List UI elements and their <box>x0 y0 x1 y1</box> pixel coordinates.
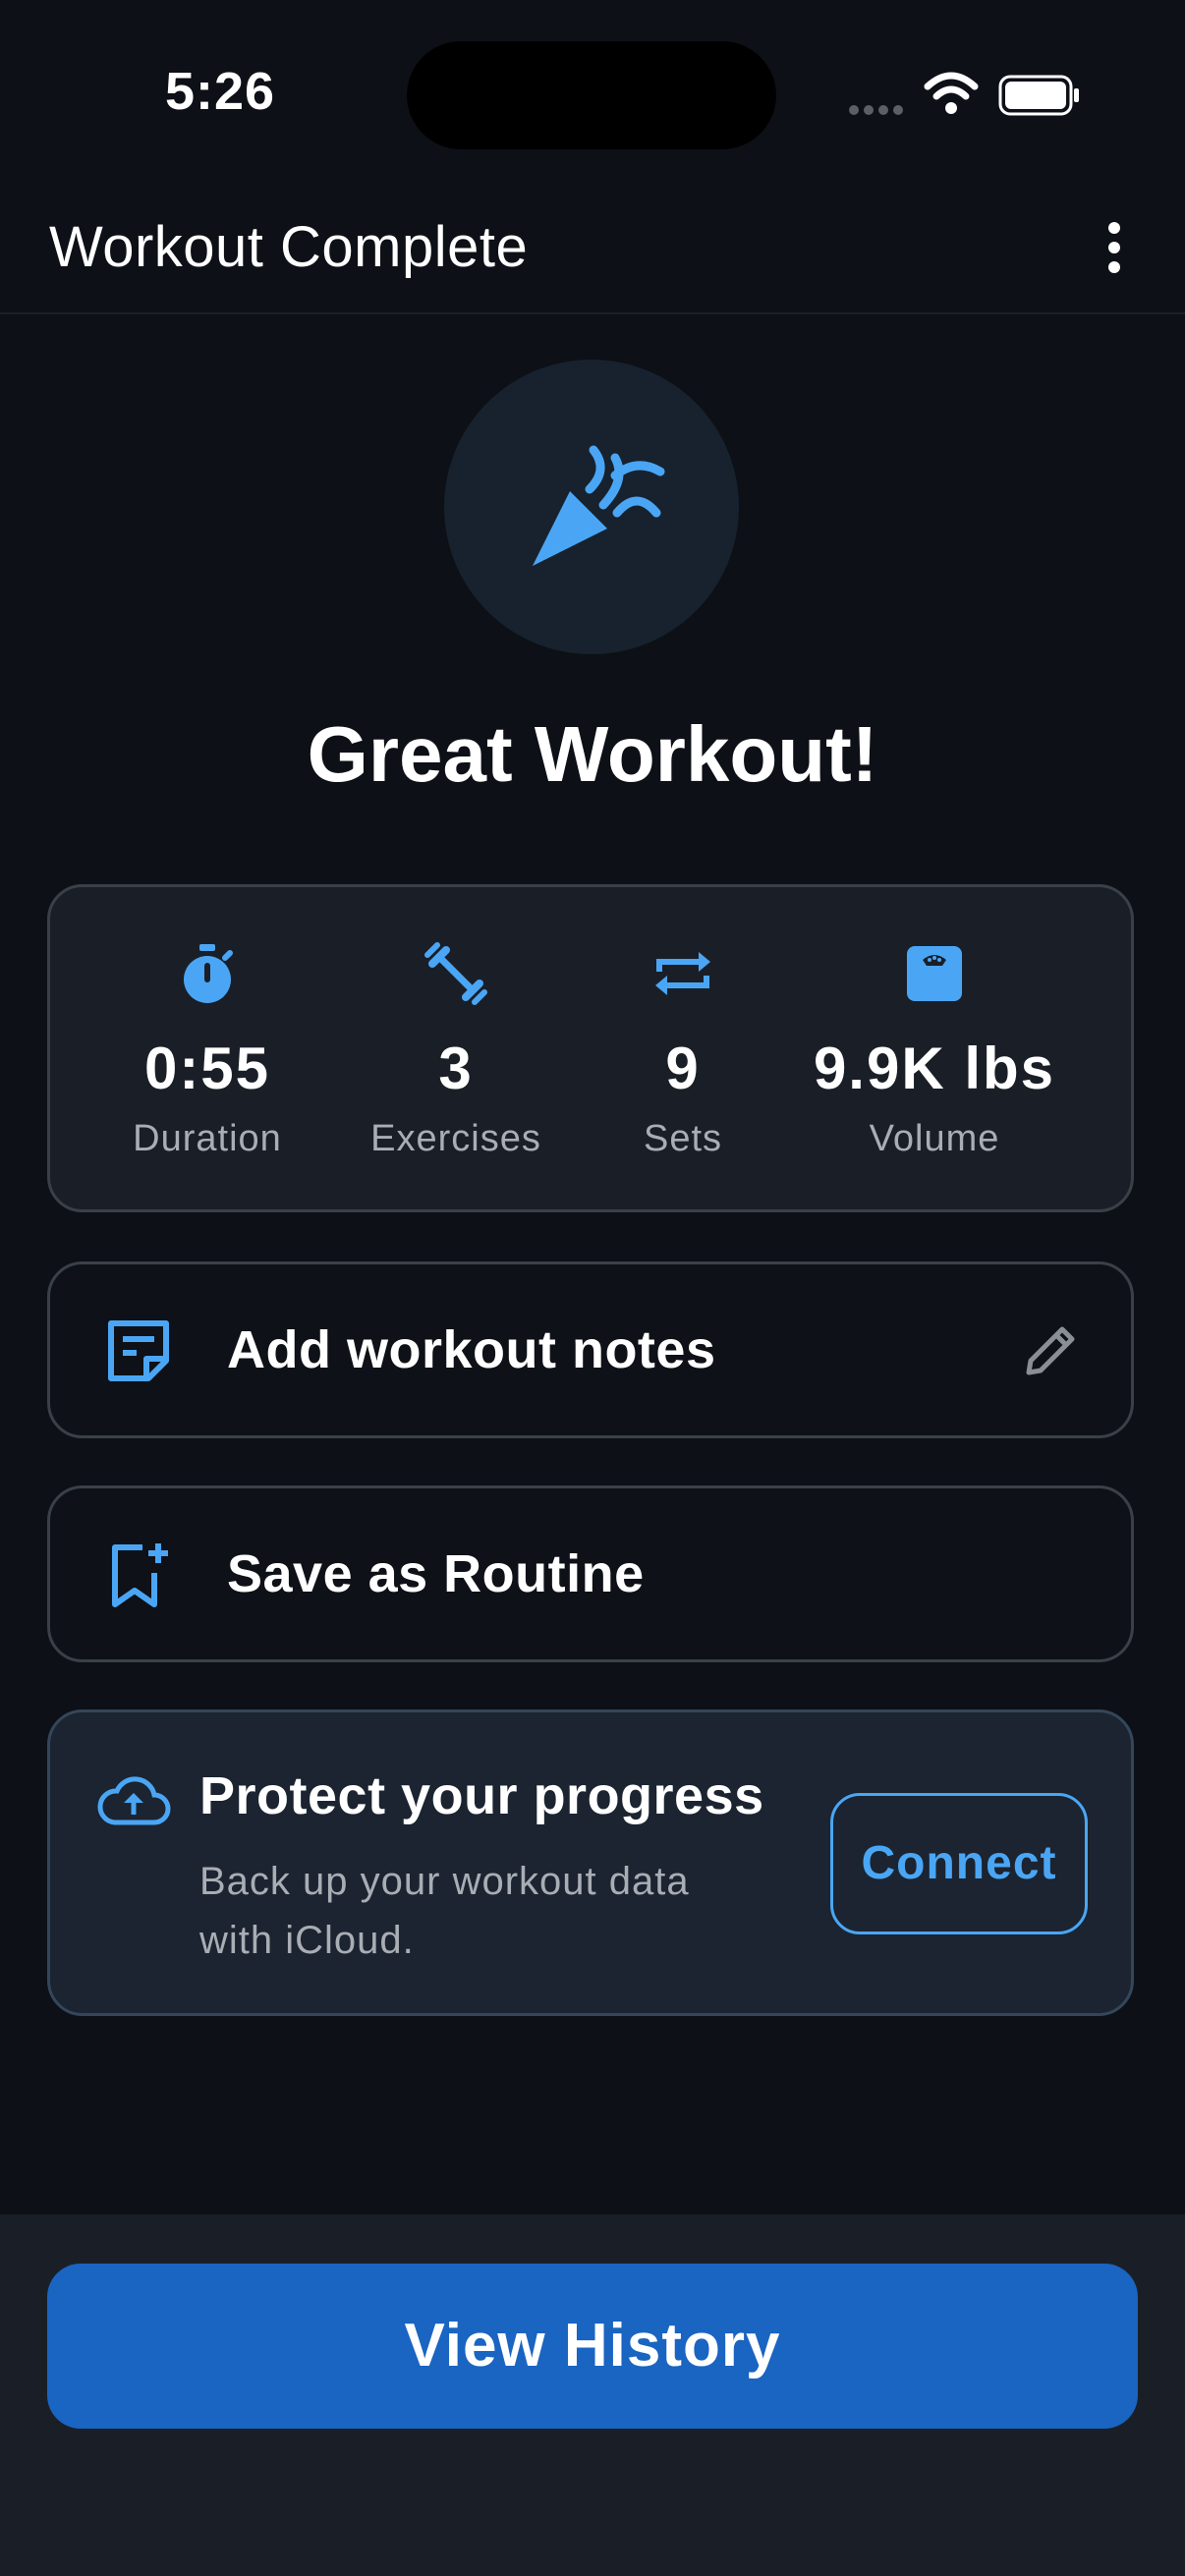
stats-card: 0:55 Duration 3 Exercises 9 Sets 9.9K lb… <box>47 884 1134 1212</box>
add-notes-button[interactable]: Add workout notes <box>47 1261 1134 1438</box>
backup-title: Protect your progress <box>199 1766 764 1825</box>
save-routine-label: Save as Routine <box>227 1544 645 1603</box>
dynamic-island <box>407 41 776 149</box>
stat-value: 0:55 <box>143 1036 271 1101</box>
stat-label: Sets <box>643 1118 723 1159</box>
page-title: Workout Complete <box>49 215 529 279</box>
more-options-icon[interactable] <box>1099 218 1130 277</box>
cellular-signal-icon <box>849 102 908 120</box>
hero-title: Great Workout! <box>307 710 878 798</box>
stat-value: 3 <box>438 1036 474 1101</box>
repeat-icon <box>655 952 710 995</box>
stopwatch-icon <box>184 944 233 1003</box>
stat-label: Exercises <box>370 1118 541 1159</box>
stat-sets: 9 Sets <box>624 942 742 1160</box>
add-notes-label: Add workout notes <box>227 1320 716 1379</box>
stat-duration: 0:55 Duration <box>109 942 306 1160</box>
save-routine-button[interactable]: Save as Routine <box>47 1485 1134 1662</box>
wifi-icon <box>924 72 979 114</box>
stat-volume: 9.9K lbs Volume <box>797 942 1072 1160</box>
stat-value: 9 <box>665 1036 701 1101</box>
view-history-button[interactable]: View History <box>47 2264 1138 2429</box>
battery-icon <box>998 75 1079 116</box>
party-popper-icon <box>533 445 665 566</box>
cloud-upload-icon <box>97 1776 171 1825</box>
pencil-icon <box>1026 1326 1075 1375</box>
bookmark-add-icon <box>112 1543 168 1607</box>
weight-scale-icon <box>907 946 962 1001</box>
note-icon <box>108 1320 169 1381</box>
connect-button[interactable]: Connect <box>830 1793 1088 1934</box>
stat-value: 9.9K lbs <box>813 1036 1056 1101</box>
dumbbell-icon <box>424 942 487 1005</box>
backup-description: Back up your workout data with iCloud. <box>199 1860 690 1962</box>
status-time: 5:26 <box>165 62 276 121</box>
backup-card: Protect your progress Back up your worko… <box>47 1709 1134 2016</box>
stat-exercises: 3 Exercises <box>363 942 549 1160</box>
stat-label: Volume <box>869 1118 1000 1159</box>
stat-label: Duration <box>133 1118 282 1159</box>
